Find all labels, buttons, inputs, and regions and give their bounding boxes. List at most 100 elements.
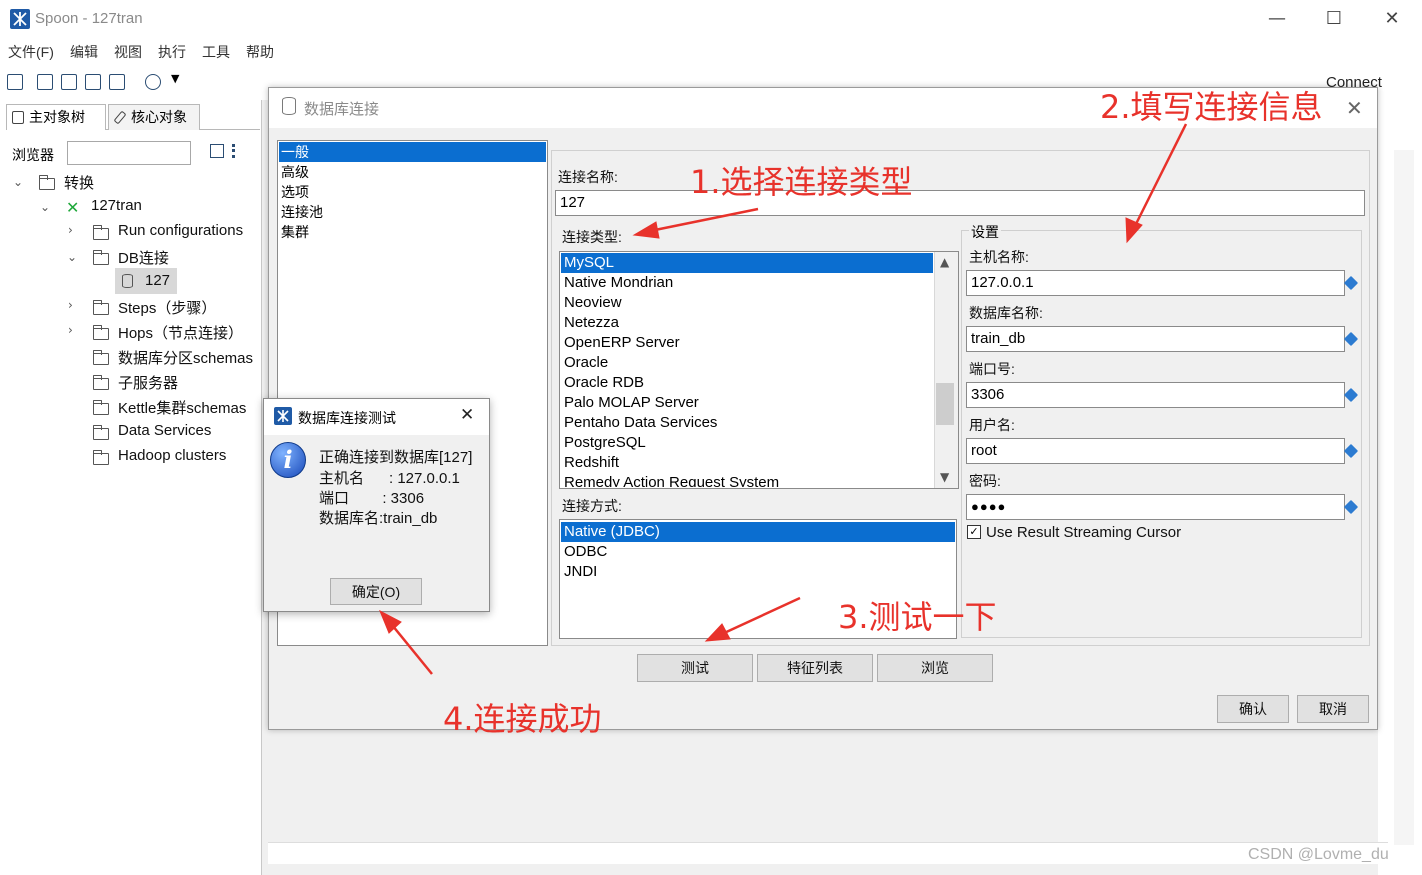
- window-title: Spoon - 127tran: [35, 10, 143, 27]
- menu-tools[interactable]: 工具: [202, 42, 230, 62]
- annotation-step-4: 4.连接成功: [443, 700, 602, 738]
- category-general[interactable]: 一般: [279, 142, 546, 162]
- test-dialog-close-button[interactable]: ✕: [460, 405, 474, 425]
- tab-main-tree[interactable]: 主对象树: [6, 104, 106, 130]
- collapse-tree-icon[interactable]: [210, 144, 224, 158]
- tab-core-objects-label: 核心对象: [131, 109, 187, 125]
- folder-icon: [93, 375, 109, 390]
- dialog-title: 数据库连接: [304, 101, 380, 118]
- connection-type-item[interactable]: Palo MOLAP Server: [561, 393, 933, 413]
- menu-edit[interactable]: 编辑: [70, 42, 98, 62]
- canvas-horizontal-scrollbar[interactable]: [268, 842, 1388, 864]
- connection-type-item[interactable]: Neoview: [561, 293, 933, 313]
- connection-type-scrollbar[interactable]: [934, 252, 958, 488]
- close-window-button[interactable]: ✕: [1370, 4, 1414, 34]
- connection-type-item[interactable]: MySQL: [561, 253, 933, 273]
- open-folder-icon[interactable]: [37, 74, 53, 90]
- tree-item-steps[interactable]: Steps（步骤）: [118, 297, 216, 318]
- maximize-button[interactable]: ☐: [1312, 4, 1356, 34]
- folder-icon: [93, 350, 109, 365]
- scroll-up-icon[interactable]: ▲: [940, 255, 949, 269]
- explore-button[interactable]: 浏览: [877, 654, 993, 682]
- save-icon[interactable]: [85, 74, 101, 90]
- tab-core-objects[interactable]: 核心对象: [108, 104, 200, 130]
- new-file-icon[interactable]: [7, 74, 23, 90]
- host-input[interactable]: 127.0.0.1: [966, 270, 1345, 296]
- tree-item-slave-servers[interactable]: 子服务器: [118, 372, 178, 393]
- minimize-button[interactable]: —: [1255, 4, 1299, 34]
- menu-view[interactable]: 视图: [114, 42, 142, 62]
- tree-item-hadoop-clusters[interactable]: Hadoop clusters: [118, 447, 226, 464]
- test-message-line: 主机名 : 127.0.0.1: [319, 470, 460, 487]
- connection-type-item[interactable]: Remedy Action Request System: [561, 473, 933, 487]
- menu-run[interactable]: 执行: [158, 42, 186, 62]
- connection-type-item[interactable]: Redshift: [561, 453, 933, 473]
- menu-help[interactable]: 帮助: [246, 42, 274, 62]
- canvas-vertical-scrollbar[interactable]: [1394, 150, 1414, 845]
- access-method-item[interactable]: ODBC: [561, 542, 955, 562]
- chevron-right-icon[interactable]: ›: [68, 298, 73, 312]
- expand-tree-icon[interactable]: [232, 144, 246, 158]
- dbname-input[interactable]: train_db: [966, 326, 1345, 352]
- access-method-label: 连接方式:: [562, 498, 622, 514]
- connection-type-item[interactable]: OpenERP Server: [561, 333, 933, 353]
- chevron-down-icon[interactable]: ⌄: [13, 175, 23, 189]
- layers-icon[interactable]: [145, 74, 161, 90]
- info-icon: i: [270, 442, 306, 478]
- chevron-down-icon[interactable]: ⌄: [67, 250, 77, 264]
- tree-item-127tran[interactable]: 127tran: [91, 197, 142, 214]
- connection-type-item[interactable]: Pentaho Data Services: [561, 413, 933, 433]
- username-input[interactable]: root: [966, 438, 1345, 464]
- tree-item-db-connections[interactable]: DB连接: [118, 247, 169, 268]
- connection-type-item[interactable]: Oracle RDB: [561, 373, 933, 393]
- tree-item-connection-127[interactable]: 127: [145, 272, 170, 289]
- scrollbar-thumb[interactable]: [936, 383, 954, 425]
- spoon-app-icon: [274, 407, 292, 425]
- connection-type-item[interactable]: Oracle: [561, 353, 933, 373]
- folder-icon: [93, 425, 109, 440]
- chevron-right-icon[interactable]: ›: [68, 223, 73, 237]
- pencil-icon: [113, 110, 127, 125]
- dialog-close-button[interactable]: ✕: [1346, 96, 1363, 120]
- chevron-down-icon[interactable]: ⌄: [40, 200, 50, 214]
- connection-name-input[interactable]: 127: [555, 190, 1365, 216]
- category-cluster[interactable]: 集群: [279, 222, 546, 242]
- tree-item-transformations[interactable]: 转换: [64, 172, 94, 193]
- access-method-item[interactable]: JNDI: [561, 562, 955, 582]
- browser-search-input[interactable]: [67, 141, 191, 165]
- explore-repository-icon[interactable]: [61, 74, 77, 90]
- menu-file[interactable]: 文件(F): [8, 42, 54, 62]
- tree-item-hops[interactable]: Hops（节点连接）: [118, 322, 243, 343]
- connection-type-item[interactable]: Native Mondrian: [561, 273, 933, 293]
- ok-button[interactable]: 确认: [1217, 695, 1289, 723]
- category-options[interactable]: 选项: [279, 182, 546, 202]
- cancel-button[interactable]: 取消: [1297, 695, 1369, 723]
- tree-item-partition-schemas[interactable]: 数据库分区schemas: [118, 347, 253, 368]
- spoon-app-icon: [10, 9, 30, 29]
- test-button[interactable]: 测试: [637, 654, 753, 682]
- test-ok-button[interactable]: 确定(O): [330, 578, 422, 605]
- database-icon: [282, 97, 296, 115]
- password-input[interactable]: ●●●●: [966, 494, 1345, 520]
- connection-type-item[interactable]: Netezza: [561, 313, 933, 333]
- password-label: 密码:: [969, 473, 1001, 489]
- folder-icon: [93, 225, 109, 240]
- chevron-right-icon[interactable]: ›: [68, 323, 73, 337]
- save-as-icon[interactable]: [109, 74, 125, 90]
- category-advanced[interactable]: 高级: [279, 162, 546, 182]
- tree-item-cluster-schemas[interactable]: Kettle集群schemas: [118, 397, 246, 418]
- settings-label: 设置: [969, 222, 1001, 242]
- folder-icon: [93, 450, 109, 465]
- tree-item-data-services[interactable]: Data Services: [118, 422, 211, 439]
- streaming-cursor-checkbox[interactable]: ✓: [967, 525, 981, 539]
- access-method-item[interactable]: Native (JDBC): [561, 522, 955, 542]
- scroll-down-icon[interactable]: ▼: [940, 470, 949, 484]
- folder-icon: [93, 400, 109, 415]
- feature-list-button[interactable]: 特征列表: [757, 654, 873, 682]
- layers-dropdown-icon[interactable]: ▼: [171, 72, 179, 85]
- database-icon: [122, 274, 133, 288]
- tree-item-run-configurations[interactable]: Run configurations: [118, 222, 243, 239]
- connection-type-item[interactable]: PostgreSQL: [561, 433, 933, 453]
- category-pooling[interactable]: 连接池: [279, 202, 546, 222]
- port-input[interactable]: 3306: [966, 382, 1345, 408]
